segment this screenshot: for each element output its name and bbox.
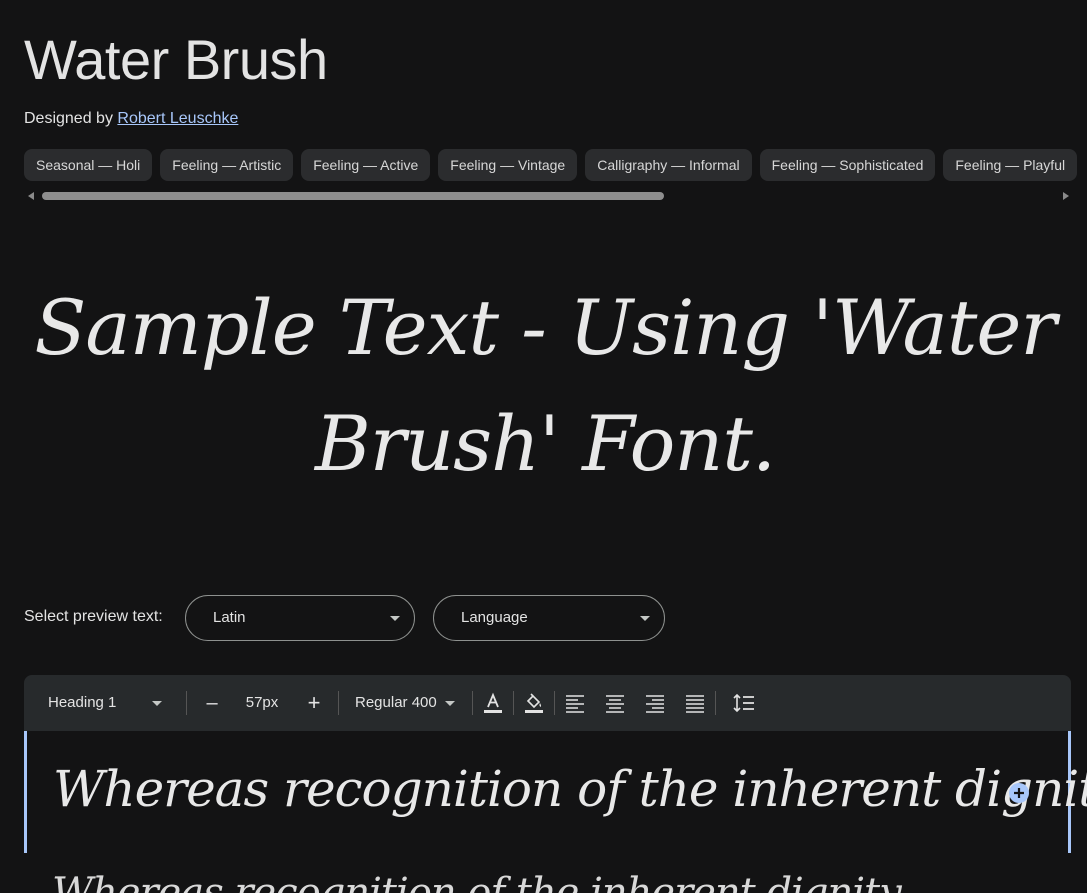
sample-text: Sample Text - Using 'Water Brush' Font.: [34, 283, 1056, 488]
align-right-icon[interactable]: [643, 691, 667, 715]
weight-select[interactable]: Regular 400: [355, 675, 465, 731]
language-select-value: Language: [461, 609, 528, 626]
scroll-thumb[interactable]: [42, 192, 664, 200]
editor-line-1[interactable]: Whereas recognition of the inherent dign…: [24, 731, 1087, 853]
tag-chip[interactable]: Seasonal — Holi: [24, 149, 153, 181]
editor-text-line-1[interactable]: Whereas recognition of the inherent dign…: [53, 753, 1087, 825]
font-specimen-page: Water Brush Designed by Robert Leuschke …: [0, 0, 1087, 893]
tag-chip[interactable]: Calligraphy — Informal: [585, 149, 752, 181]
editor-toolbar: Heading 1 – 57px + Regular 400: [24, 675, 1071, 731]
text-color-icon[interactable]: [481, 691, 505, 715]
designer-line: Designed by Robert Leuschke: [24, 110, 238, 128]
scroll-right-icon[interactable]: [1063, 192, 1069, 200]
toolbar-divider: [513, 691, 514, 715]
chevron-down-icon: [640, 616, 650, 621]
tag-chip[interactable]: Feeling — Vintage: [438, 149, 578, 181]
tag-chip[interactable]: Feeling — Playful: [943, 149, 1078, 181]
toolbar-divider: [186, 691, 187, 715]
toolbar-divider: [472, 691, 473, 715]
align-justify-icon[interactable]: [683, 691, 707, 715]
preview-label: Select preview text:: [24, 608, 163, 625]
language-select[interactable]: Language: [433, 595, 665, 641]
chevron-down-icon: [445, 701, 455, 706]
increase-size-button[interactable]: +: [304, 675, 324, 731]
decrease-size-button[interactable]: –: [204, 675, 220, 731]
add-icon[interactable]: [1008, 782, 1030, 804]
toolbar-divider: [338, 691, 339, 715]
font-title: Water Brush: [24, 28, 328, 91]
tags-scrollbar[interactable]: [24, 190, 1071, 202]
chevron-down-icon: [390, 616, 400, 621]
tag-chip[interactable]: Feeling — Active: [301, 149, 431, 181]
script-select[interactable]: Latin: [185, 595, 415, 641]
toolbar-divider: [554, 691, 555, 715]
toolbar-divider: [715, 691, 716, 715]
designer-prefix: Designed by: [24, 110, 113, 127]
designer-link[interactable]: Robert Leuschke: [117, 110, 238, 127]
tag-chip[interactable]: Feeling — Sophisticated: [759, 149, 936, 181]
align-center-icon[interactable]: [603, 691, 627, 715]
font-size-value[interactable]: 57px: [242, 675, 282, 731]
tag-chip[interactable]: Feeling — Artistic: [160, 149, 294, 181]
style-select[interactable]: Heading 1: [48, 675, 178, 731]
style-select-value: Heading 1: [48, 694, 117, 711]
editor-text-line-2[interactable]: Whereas recognition of the inherent dign…: [52, 868, 902, 893]
scroll-left-icon[interactable]: [28, 192, 34, 200]
chevron-down-icon: [152, 701, 162, 706]
tag-list: Seasonal — Holi Feeling — Artistic Feeling…: [24, 149, 1087, 181]
highlight-color-icon[interactable]: [522, 691, 546, 715]
script-select-value: Latin: [213, 609, 246, 626]
line-height-icon[interactable]: [732, 691, 756, 715]
weight-select-value: Regular 400: [355, 694, 437, 711]
align-left-icon[interactable]: [563, 691, 587, 715]
